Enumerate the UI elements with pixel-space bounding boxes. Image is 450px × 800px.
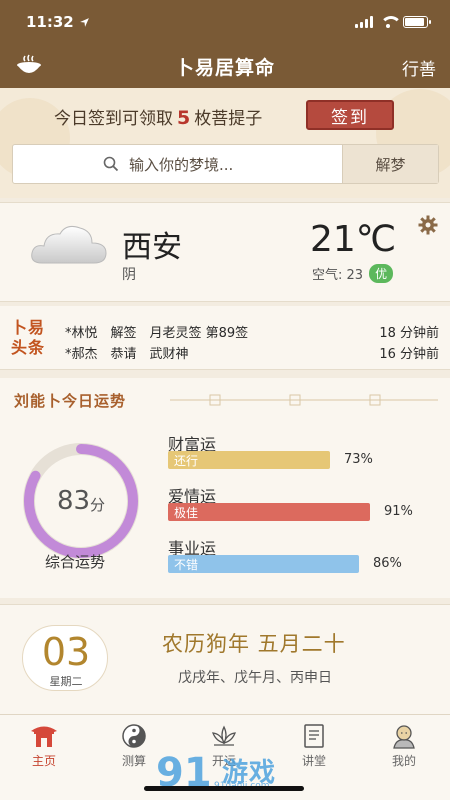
home-indicator[interactable]	[144, 786, 304, 791]
incense-bowl-icon[interactable]	[16, 54, 42, 78]
news-item-text: *林悦 解签 月老灵签 第89签	[65, 326, 249, 341]
signin-count: 5	[177, 107, 191, 129]
dream-search-input[interactable]: 输入你的梦境...	[13, 154, 342, 175]
weather-condition: 阴	[122, 267, 136, 283]
monk-icon	[393, 725, 415, 749]
location-arrow-icon	[79, 17, 89, 27]
wealth-fortune-level: 还行	[174, 453, 199, 468]
date-badge: 03 星期二	[22, 625, 108, 691]
lotus-icon	[212, 725, 236, 746]
aqi-badge: 优	[369, 264, 394, 283]
news-item[interactable]: *郝杰 恭请 武财神 16 分钟前	[65, 343, 439, 362]
news-logo-top: 卜易	[11, 318, 46, 337]
wifi-icon	[380, 16, 402, 28]
date-day: 03	[41, 630, 91, 674]
search-icon	[103, 156, 119, 172]
signin-button[interactable]: 签到	[306, 100, 394, 130]
page-title: 卜易居算命	[174, 56, 275, 79]
news-item[interactable]: *林悦 解签 月老灵签 第89签 18 分钟前	[65, 322, 439, 341]
air-quality: 空气: 23 优	[312, 264, 394, 283]
news-logo: 卜易 头条	[11, 318, 45, 358]
charity-link[interactable]: 行善	[402, 55, 436, 80]
home-pavilion-icon	[31, 726, 57, 747]
gear-icon[interactable]	[418, 215, 438, 235]
wealth-fortune-percent: 73%	[344, 452, 373, 467]
fortune-header: 刘能卜今日运势	[14, 392, 127, 410]
love-fortune-level: 极佳	[174, 505, 199, 520]
date-weekday: 星期二	[49, 675, 83, 688]
signal-icon	[355, 16, 373, 28]
status-time: 11:32	[26, 13, 74, 31]
signin-prompt: 今日签到可领取 5 枚菩提子	[54, 104, 262, 129]
ganzhi-date: 戊戌年、戊午月、丙申日	[178, 670, 332, 686]
weather-city: 西安	[122, 230, 182, 265]
tab-lecture-label: 讲堂	[301, 754, 326, 768]
air-quality-label: 空气: 23	[312, 268, 364, 283]
tab-divination-label: 测算	[121, 754, 146, 768]
cloud-icon	[31, 226, 107, 264]
wealth-fortune-bar: 还行	[168, 451, 330, 469]
lunar-date: 农历狗年 五月二十	[162, 632, 346, 656]
yin-yang-icon	[122, 724, 146, 748]
tab-profile-label: 我的	[391, 754, 416, 768]
career-fortune-level: 不错	[174, 557, 199, 572]
dream-search-bar: 输入你的梦境... 解梦	[12, 144, 439, 184]
signin-text-after: 枚菩提子	[194, 109, 263, 129]
news-item-time: 18 分钟前	[379, 326, 439, 341]
news-logo-bottom: 头条	[11, 338, 46, 357]
love-fortune-bar: 极佳	[168, 503, 370, 521]
status-bar: 11:32	[0, 0, 450, 44]
tab-home[interactable]: 主页	[14, 723, 74, 769]
career-fortune-percent: 86%	[373, 556, 402, 571]
news-ticker[interactable]: 卜易 头条 *林悦 解签 月老灵签 第89签 18 分钟前 *郝杰 恭请 武财神…	[0, 306, 450, 370]
tab-home-label: 主页	[31, 754, 56, 768]
decorative-border	[170, 394, 438, 406]
fortune-score-value: 83	[56, 486, 91, 516]
weather-temperature: 21℃	[310, 219, 397, 260]
fortune-score: 83 分	[18, 438, 144, 564]
dream-interpret-button[interactable]: 解梦	[342, 145, 438, 183]
signin-text-before: 今日签到可领取	[54, 109, 173, 129]
tab-profile[interactable]: 我的	[374, 723, 434, 769]
search-placeholder: 输入你的梦境...	[129, 155, 234, 174]
battery-icon	[403, 16, 431, 28]
nav-bar: 卜易居算命 行善	[0, 44, 450, 88]
news-item-text: *郝杰 恭请 武财神	[65, 347, 189, 362]
love-fortune-percent: 91%	[384, 504, 413, 519]
fortune-score-unit: 分	[90, 495, 106, 514]
career-fortune-bar: 不错	[168, 555, 359, 573]
overall-fortune-label: 综合运势	[45, 553, 106, 571]
news-item-time: 16 分钟前	[379, 347, 439, 362]
book-icon	[304, 724, 324, 748]
weather-card[interactable]: 西安 阴 21℃ 空气: 23 优	[0, 202, 450, 302]
